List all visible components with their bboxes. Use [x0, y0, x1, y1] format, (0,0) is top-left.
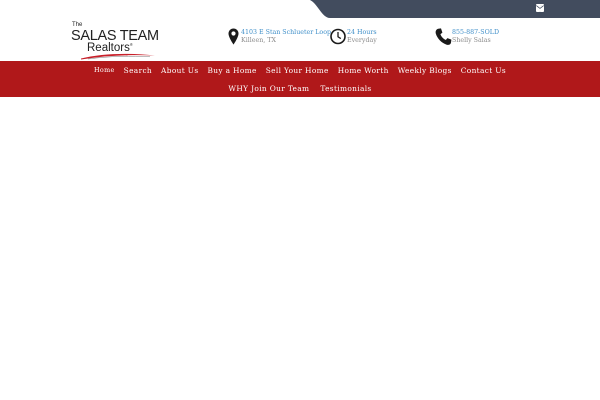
page-content-area — [0, 97, 600, 400]
hours-line-2: Everyday — [347, 37, 377, 44]
address-line-2: Killeen, TX — [241, 37, 276, 44]
nav-item-testimonials[interactable]: Testimonials — [320, 84, 371, 93]
nav-item-sell-your-home[interactable]: Sell Your Home — [266, 66, 329, 75]
address-line-1[interactable]: 4103 E Stan Schlueter Loop — [241, 29, 331, 36]
nav-item-home-worth[interactable]: Home Worth — [338, 66, 389, 75]
nav-item-search[interactable]: Search — [124, 66, 152, 75]
nav-item-home[interactable]: Home — [94, 66, 115, 75]
phone-number[interactable]: 855-887-SOLD — [452, 29, 499, 36]
contact-hours: 24 Hours Everyday — [330, 28, 390, 50]
clock-icon — [330, 28, 346, 45]
nav-row-2: WHY Join Our Team Testimonials — [0, 84, 600, 93]
nav-item-weekly-blogs[interactable]: Weekly Blogs — [398, 66, 452, 75]
instagram-icon[interactable] — [536, 4, 559, 12]
logo-registered-mark: ® — [129, 42, 133, 48]
nav-row-1: Home Search About Us Buy a Home Sell You… — [0, 66, 600, 75]
contact-address[interactable]: 4103 E Stan Schlueter Loop Killeen, TX — [228, 28, 338, 50]
main-navigation: Home Search About Us Buy a Home Sell You… — [0, 61, 600, 97]
envelope-icon[interactable] — [536, 4, 574, 12]
site-logo[interactable]: The SALAS TEAM Realtors® — [70, 22, 165, 60]
social-links — [536, 4, 574, 12]
top-bar-shape — [0, 0, 600, 18]
hours-line-1: 24 Hours — [347, 29, 377, 36]
map-pin-icon — [228, 28, 239, 45]
nav-item-why-join-our-team[interactable]: WHY Join Our Team — [228, 84, 309, 93]
top-bar — [0, 0, 600, 18]
nav-item-buy-a-home[interactable]: Buy a Home — [207, 66, 256, 75]
nav-item-contact-us[interactable]: Contact Us — [461, 66, 506, 75]
contact-phone[interactable]: 855-887-SOLD Shelly Salas — [435, 28, 505, 50]
logo-swoosh — [81, 53, 155, 60]
phone-contact-name: Shelly Salas — [452, 37, 491, 44]
phone-icon — [435, 28, 452, 45]
nav-item-about-us[interactable]: About Us — [161, 66, 198, 75]
